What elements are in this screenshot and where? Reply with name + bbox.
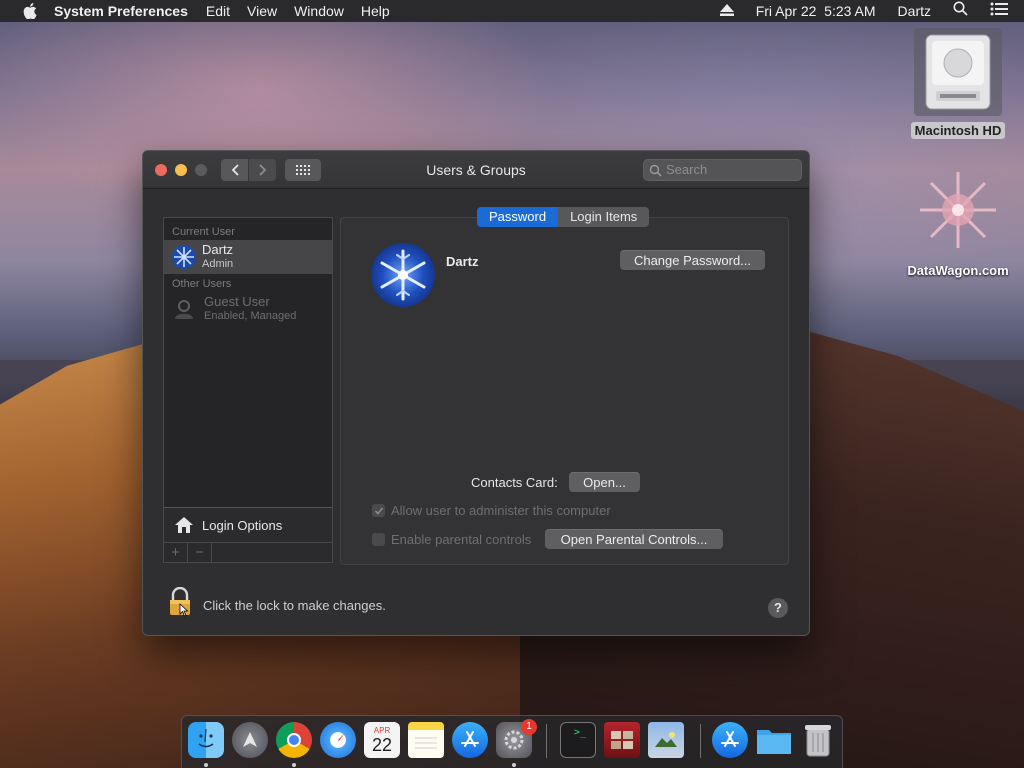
spotlight-search-icon[interactable] xyxy=(953,0,968,22)
tab-login-items[interactable]: Login Items xyxy=(558,207,650,227)
search-placeholder: Search xyxy=(666,162,708,177)
add-user-button[interactable]: + xyxy=(164,543,188,562)
search-icon xyxy=(649,163,662,183)
change-password-button[interactable]: Change Password... xyxy=(620,250,765,270)
chrome-center xyxy=(287,733,301,747)
user-row-dartz[interactable]: Dartz Admin xyxy=(164,240,332,274)
user-row-guest[interactable]: Guest User Enabled, Managed xyxy=(164,292,332,326)
add-remove-bar: + − xyxy=(163,543,333,563)
allow-admin-checkbox[interactable] xyxy=(372,504,385,517)
menu-help[interactable]: Help xyxy=(361,0,390,22)
downloads-app-store-icon[interactable] xyxy=(712,722,748,758)
dock-separator-2 xyxy=(700,724,701,758)
dock-separator xyxy=(546,724,547,758)
guest-user-status: Enabled, Managed xyxy=(204,310,297,322)
menu-edit[interactable]: Edit xyxy=(206,0,230,22)
lock-message: Click the lock to make changes. xyxy=(203,598,386,613)
lock-icon[interactable] xyxy=(167,586,193,617)
search-field[interactable]: Search xyxy=(643,159,802,181)
open-contacts-button[interactable]: Open... xyxy=(569,472,640,492)
calendar-icon[interactable]: APR 22 xyxy=(364,722,400,758)
user-avatar[interactable] xyxy=(371,243,435,307)
allow-admin-checkbox-row[interactable]: Allow user to administer this computer xyxy=(372,503,611,518)
dock: APR 22 1 >_ xyxy=(181,715,843,768)
trash-icon[interactable] xyxy=(800,722,836,758)
notes-icon[interactable] xyxy=(408,722,444,758)
terminal-icon[interactable]: >_ xyxy=(560,722,596,758)
datawagon-desktop-icon[interactable]: DataWagon.com xyxy=(900,168,1016,278)
menu-bar: System Preferences Edit View Window Help… xyxy=(0,0,1024,22)
login-options-item[interactable]: Login Options xyxy=(163,507,333,543)
open-parental-controls-button[interactable]: Open Parental Controls... xyxy=(545,529,723,549)
guest-user-name: Guest User xyxy=(204,294,270,309)
users-groups-window: Users & Groups Search Current User Dartz… xyxy=(142,150,810,636)
remove-user-button[interactable]: − xyxy=(188,543,212,562)
photo-booth-icon[interactable] xyxy=(604,722,640,758)
checkmark-icon xyxy=(374,506,383,515)
apple-menu-icon[interactable] xyxy=(20,0,40,22)
parental-controls-checkbox[interactable] xyxy=(372,533,385,546)
contacts-card-label: Contacts Card: xyxy=(471,475,558,490)
chrome-icon[interactable] xyxy=(276,722,312,758)
current-user-name: Dartz xyxy=(202,242,234,257)
macintosh-hd-label: Macintosh HD xyxy=(910,122,1006,139)
login-options-label: Login Options xyxy=(202,517,283,533)
house-icon xyxy=(175,517,193,533)
calendar-day: 22 xyxy=(371,734,393,755)
snowflake-picture-icon xyxy=(380,249,426,301)
terminal-prompt-glyph: >_ xyxy=(573,727,587,738)
launchpad-icon[interactable] xyxy=(232,722,268,758)
macintosh-hd-desktop-icon[interactable]: Macintosh HD xyxy=(908,28,1008,139)
help-button[interactable]: ? xyxy=(768,598,788,618)
menu-extras: Fri Apr 22 5:23 AM Dartz xyxy=(719,0,1024,22)
allow-admin-label: Allow user to administer this computer xyxy=(391,503,611,518)
finder-icon[interactable] xyxy=(188,722,224,758)
app-store-icon[interactable] xyxy=(452,722,488,758)
finder-running-dot xyxy=(204,763,208,767)
guest-user-icon xyxy=(175,300,193,319)
calendar-month: APR xyxy=(373,725,391,735)
notification-center-icon[interactable] xyxy=(990,0,1008,22)
other-users-header: Other Users xyxy=(172,278,232,290)
current-user-header: Current User xyxy=(172,226,235,238)
menu-app-name[interactable]: System Preferences xyxy=(54,0,188,22)
datawagon-label: DataWagon.com xyxy=(907,263,1009,278)
current-user-role: Admin xyxy=(202,258,234,270)
clock[interactable]: Fri Apr 22 5:23 AM xyxy=(756,0,876,22)
parental-controls-label: Enable parental controls xyxy=(391,532,532,547)
system-preferences-badge: 1 xyxy=(521,719,537,735)
folder-icon[interactable] xyxy=(756,722,792,758)
snowflake-avatar-icon xyxy=(172,245,196,269)
detail-tabs: Password Login Items xyxy=(477,207,650,227)
parental-controls-checkbox-row[interactable]: Enable parental controls xyxy=(372,532,531,547)
chrome-running-dot xyxy=(292,763,296,767)
menu-window[interactable]: Window xyxy=(294,0,344,22)
window-titlebar[interactable]: Users & Groups Search xyxy=(143,151,809,189)
eject-icon[interactable] xyxy=(719,0,734,22)
safari-icon[interactable] xyxy=(320,722,356,758)
tab-password[interactable]: Password xyxy=(477,207,559,227)
snowflake-icon xyxy=(920,172,996,248)
user-full-name: Dartz xyxy=(446,254,479,269)
hard-drive-icon xyxy=(914,28,1002,116)
preview-icon[interactable] xyxy=(648,722,684,758)
menu-user-name[interactable]: Dartz xyxy=(898,0,931,22)
menu-view[interactable]: View xyxy=(247,0,277,22)
system-preferences-running-dot xyxy=(512,763,516,767)
